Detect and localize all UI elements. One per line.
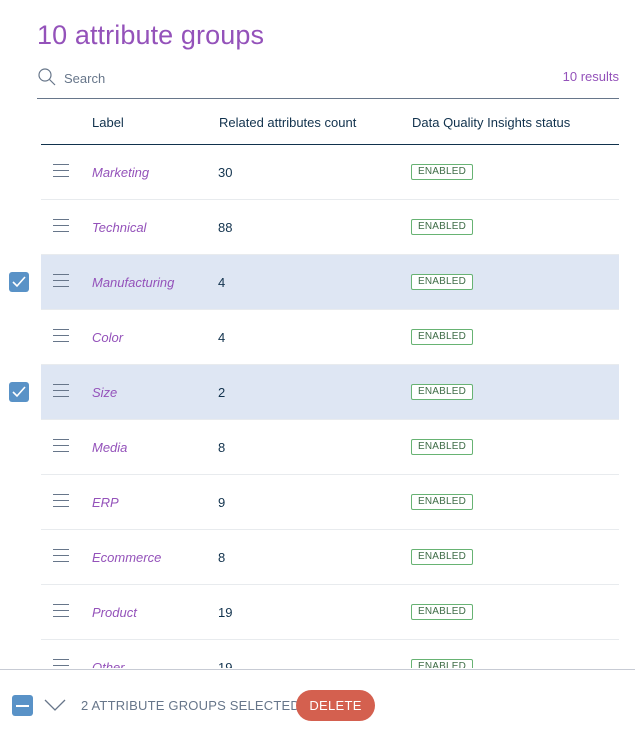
table-row[interactable]: Marketing 30 ENABLED <box>0 145 635 200</box>
search-input[interactable] <box>64 69 364 87</box>
row-label[interactable]: Other <box>92 660 125 668</box>
table-row[interactable]: Technical 88 ENABLED <box>0 200 635 255</box>
table-row[interactable]: Color 4 ENABLED <box>0 310 635 365</box>
row-label[interactable]: Media <box>92 440 127 455</box>
table-row[interactable]: Ecommerce 8 ENABLED <box>0 530 635 585</box>
drag-handle-icon[interactable] <box>53 384 69 400</box>
table-row[interactable]: Size 2 ENABLED <box>0 365 635 420</box>
row-count: 88 <box>218 220 233 235</box>
minus-icon <box>16 705 29 707</box>
row-label[interactable]: ERP <box>92 495 119 510</box>
row-count: 4 <box>218 275 226 290</box>
status-badge: ENABLED <box>411 439 474 455</box>
check-icon <box>12 386 26 398</box>
search-icon <box>38 68 56 86</box>
row-label[interactable]: Product <box>92 605 137 620</box>
drag-handle-icon[interactable] <box>53 439 69 455</box>
row-count: 2 <box>218 385 226 400</box>
drag-handle-icon[interactable] <box>53 604 69 620</box>
drag-handle-icon[interactable] <box>53 494 69 510</box>
row-count: 19 <box>218 660 233 668</box>
drag-handle-icon[interactable] <box>53 329 69 345</box>
table-row[interactable]: Manufacturing 4 ENABLED <box>0 255 635 310</box>
row-count: 4 <box>218 330 226 345</box>
table-header: Label Related attributes count Data Qual… <box>41 100 619 145</box>
delete-button[interactable]: DELETE <box>296 690 375 721</box>
row-label[interactable]: Marketing <box>92 165 149 180</box>
status-badge: ENABLED <box>411 384 474 400</box>
row-count: 8 <box>218 440 226 455</box>
row-count: 19 <box>218 605 233 620</box>
search-bar: 10 results <box>37 56 619 99</box>
status-badge: ENABLED <box>411 494 474 510</box>
page-title: 10 attribute groups <box>37 20 265 51</box>
selection-count: 2 ATTRIBUTE GROUPS SELECTED <box>81 698 300 713</box>
table-row[interactable]: Media 8 ENABLED <box>0 420 635 475</box>
row-label[interactable]: Technical <box>92 220 146 235</box>
row-checkbox[interactable] <box>9 272 29 292</box>
status-badge: ENABLED <box>411 659 474 668</box>
column-header-count[interactable]: Related attributes count <box>219 115 356 130</box>
column-header-dqi-status[interactable]: Data Quality Insights status <box>412 115 570 130</box>
row-label[interactable]: Color <box>92 330 123 345</box>
row-count: 8 <box>218 550 226 565</box>
drag-handle-icon[interactable] <box>53 274 69 290</box>
results-count: 10 results <box>562 69 619 84</box>
row-label[interactable]: Ecommerce <box>92 550 161 565</box>
check-icon <box>12 276 26 288</box>
row-label[interactable]: Size <box>92 385 117 400</box>
table-row[interactable]: Other 19 ENABLED <box>0 640 635 668</box>
row-count: 30 <box>218 165 233 180</box>
bulk-actions-bar: 2 ATTRIBUTE GROUPS SELECTED DELETE <box>0 669 635 731</box>
column-header-label[interactable]: Label <box>92 115 124 130</box>
status-badge: ENABLED <box>411 164 474 180</box>
row-count: 9 <box>218 495 226 510</box>
table-row[interactable]: Product 19 ENABLED <box>0 585 635 640</box>
status-badge: ENABLED <box>411 604 474 620</box>
table-body: Marketing 30 ENABLED Technical 88 ENABLE… <box>0 145 635 668</box>
drag-handle-icon[interactable] <box>53 164 69 180</box>
drag-handle-icon[interactable] <box>53 219 69 235</box>
status-badge: ENABLED <box>411 549 474 565</box>
row-label[interactable]: Manufacturing <box>92 275 174 290</box>
row-checkbox[interactable] <box>9 382 29 402</box>
chevron-down-icon[interactable] <box>44 698 66 712</box>
select-all-checkbox[interactable] <box>12 695 33 716</box>
table-row[interactable]: ERP 9 ENABLED <box>0 475 635 530</box>
drag-handle-icon[interactable] <box>53 659 69 668</box>
status-badge: ENABLED <box>411 219 474 235</box>
status-badge: ENABLED <box>411 329 474 345</box>
drag-handle-icon[interactable] <box>53 549 69 565</box>
status-badge: ENABLED <box>411 274 474 290</box>
